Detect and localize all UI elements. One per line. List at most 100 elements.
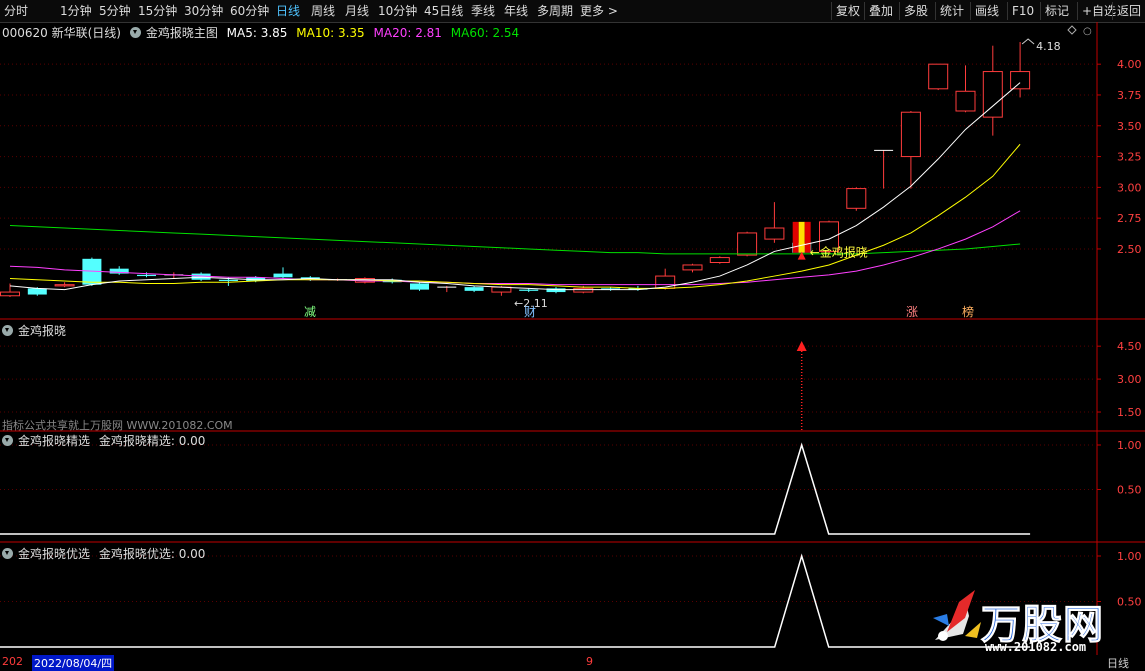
tool-button-1[interactable]: 叠加 — [869, 0, 893, 22]
period-tab-14[interactable]: 更多 > — [580, 0, 618, 22]
tool-button-3[interactable]: 统计 — [940, 0, 964, 22]
period-tab-2[interactable]: 5分钟 — [99, 0, 131, 22]
month-marker: 9 — [586, 655, 593, 668]
toolbar-separator — [1040, 2, 1041, 20]
period-tab-3[interactable]: 15分钟 — [138, 0, 177, 22]
panel4-tick-label: 0.50 — [1117, 596, 1142, 609]
up-arrow-icon — [796, 341, 807, 351]
price-tick-label: 3.75 — [1117, 89, 1142, 102]
dropdown-icon[interactable] — [2, 548, 13, 559]
price-tick-label: 3.25 — [1117, 151, 1142, 164]
panel3-tick-label: 1.00 — [1117, 439, 1142, 452]
candle-body-up — [955, 90, 976, 112]
panel2-tick-label: 4.50 — [1117, 340, 1142, 353]
candle-body-up — [1010, 71, 1031, 90]
dropdown-icon[interactable] — [2, 325, 13, 336]
candle-body-up — [709, 257, 730, 264]
candle-body-up — [900, 111, 921, 158]
kline-chart[interactable]: 4.003.753.503.253.002.752.504.18←2.11←金鸡… — [0, 22, 1145, 668]
main-header: 000620 新华联(日线) 金鸡报晓主图 MA5: 3.85 MA10: 3.… — [2, 24, 524, 41]
stock-name: 000620 新华联(日线) — [2, 26, 121, 40]
candle-body-up — [928, 63, 949, 90]
candle-body-up — [737, 232, 758, 256]
ma20-line — [9, 210, 1021, 286]
tool-button-2[interactable]: 多股 — [904, 0, 928, 22]
toolbar: 分时 1分钟 5分钟 15分钟 30分钟 60分钟 日线 周线 月线 10分钟 45日线 季线 年线 多周… — [0, 0, 1145, 23]
toolbar-separator — [1007, 2, 1008, 20]
indicator-name[interactable]: 金鸡报晓主图 — [146, 26, 218, 40]
tool-button-4[interactable]: 画线 — [975, 0, 999, 22]
price-tick-label: 4.00 — [1117, 58, 1142, 71]
high-marker — [1021, 38, 1035, 45]
period-tab-4[interactable]: 30分钟 — [184, 0, 223, 22]
event-mark: 减 — [304, 305, 316, 319]
period-tab-5[interactable]: 60分钟 — [230, 0, 269, 22]
ma10-line — [9, 143, 1021, 289]
price-tick-label: 3.00 — [1117, 181, 1142, 194]
panel3-line — [0, 442, 1031, 535]
dropdown-icon[interactable] — [2, 435, 13, 446]
price-tick-label: 2.75 — [1117, 212, 1142, 225]
panel3-header: 金鸡报晓精选 金鸡报晓精选: 0.00 — [2, 432, 210, 449]
period-tab-1[interactable]: 1分钟 — [60, 0, 92, 22]
high-label: 4.18 — [1036, 40, 1061, 53]
ma60-line — [9, 225, 1021, 255]
candle-body-down — [519, 289, 539, 291]
watermark-text: 指标公式共享就上万股网 WWW.201082.COM — [2, 419, 233, 432]
toolbar-separator — [1112, 2, 1113, 20]
candle-body-up — [846, 188, 867, 209]
candle-body-up — [682, 264, 703, 271]
signal-label: ←金鸡报晓 — [810, 245, 868, 260]
panel4-title[interactable]: 金鸡报晓优选 — [18, 547, 90, 561]
period-tab-13[interactable]: 多周期 — [537, 0, 573, 22]
dropdown-icon[interactable] — [129, 27, 141, 38]
signal-arrow-icon — [797, 251, 806, 260]
panel2-title[interactable]: 金鸡报晓 — [18, 324, 66, 338]
ma5-value: MA5: 3.85 — [226, 26, 288, 40]
candle-body-down — [137, 274, 156, 277]
panel3-title[interactable]: 金鸡报晓精选 — [18, 434, 90, 448]
ma10-value: MA10: 3.35 — [296, 26, 365, 40]
panel2-tick-label: 1.50 — [1117, 406, 1142, 419]
candle-body-up — [655, 275, 676, 289]
ma20-value: MA20: 2.81 — [373, 26, 442, 40]
candle-body-up — [764, 227, 785, 240]
panel3-tick-label: 0.50 — [1117, 484, 1142, 497]
signal-bar-red — [792, 221, 799, 253]
toolbar-separator — [935, 2, 936, 20]
period-tab-0[interactable]: 分时 — [4, 0, 28, 22]
candle-body-up — [0, 291, 20, 297]
tool-button-8[interactable]: 返回 — [1117, 0, 1141, 22]
panel4-value: 金鸡报晓优选: 0.00 — [98, 547, 206, 561]
event-mark: 涨 — [906, 304, 918, 319]
period-tab-8[interactable]: 月线 — [345, 0, 369, 22]
ma5-line — [9, 82, 1021, 291]
period-tab-9[interactable]: 10分钟 — [378, 0, 417, 22]
period-tab-7[interactable]: 周线 — [311, 0, 335, 22]
toolbar-separator — [1077, 2, 1078, 20]
period-tab-11[interactable]: 季线 — [471, 0, 495, 22]
ma60-value: MA60: 2.54 — [450, 26, 520, 40]
diamond-icon — [1067, 25, 1077, 35]
candle-body-down — [27, 288, 47, 295]
tool-button-5[interactable]: F10 — [1012, 0, 1034, 22]
candle-body-down — [273, 273, 293, 278]
period-tab-6[interactable]: 日线 — [276, 0, 300, 22]
date-prefix: 202 — [2, 655, 23, 668]
tool-button-0[interactable]: 复权 — [836, 0, 860, 22]
candle-body-down — [410, 283, 429, 290]
brand-url: www.201082.com — [985, 640, 1087, 654]
period-tab-12[interactable]: 年线 — [504, 0, 528, 22]
candle-body-up — [54, 284, 75, 287]
candle-body-up — [573, 287, 594, 293]
circle-icon: ○ — [1083, 26, 1092, 37]
period-tab-10[interactable]: 45日线 — [424, 0, 463, 22]
price-tick-label: 2.50 — [1117, 243, 1142, 256]
panel4-tick-label: 1.00 — [1117, 550, 1142, 563]
toolbar-separator — [970, 2, 971, 20]
tool-button-7[interactable]: +自选 — [1082, 0, 1116, 22]
toolbar-separator — [899, 2, 900, 20]
tool-button-6[interactable]: 标记 — [1045, 0, 1069, 22]
candle-body-down — [464, 287, 484, 291]
signal-bar-yellow — [798, 221, 805, 253]
